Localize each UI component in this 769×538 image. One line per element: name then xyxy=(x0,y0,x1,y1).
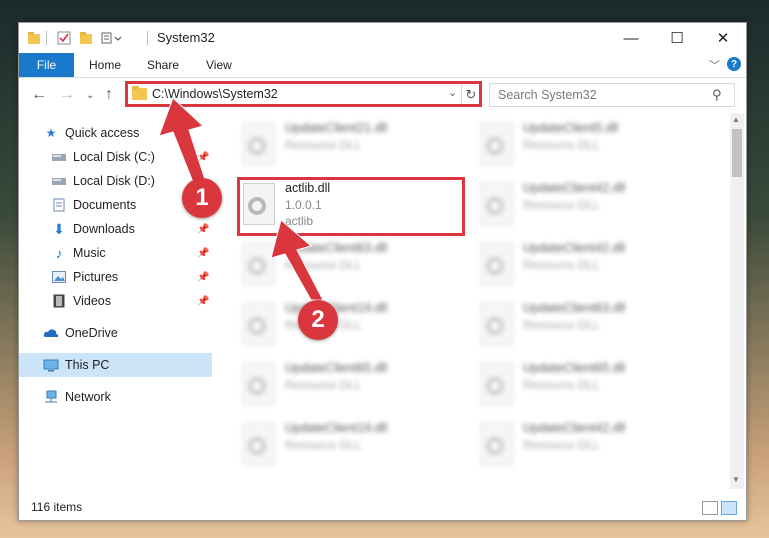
step-2-badge: 2 xyxy=(298,300,338,340)
step-1-badge: 1 xyxy=(182,178,222,218)
arrow-to-actlib-file xyxy=(270,219,324,301)
annotation-arrows xyxy=(158,97,324,301)
